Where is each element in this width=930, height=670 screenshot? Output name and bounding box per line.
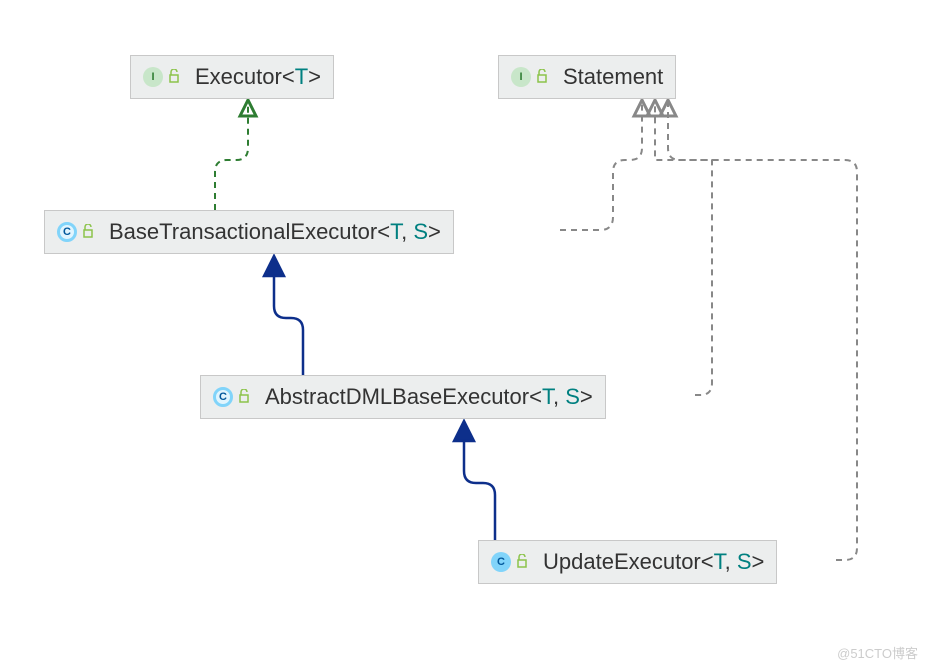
node-base-transactional[interactable]: C BaseTransactionalExecutor<T, S>	[44, 210, 454, 254]
edge-abstract-to-base	[274, 256, 303, 375]
unlock-icon	[239, 389, 251, 406]
connector-layer	[0, 0, 930, 670]
node-label: AbstractDMLBaseExecutor<T, S>	[265, 384, 593, 410]
edge-base-to-statement	[560, 100, 642, 230]
abstract-class-icon: C	[213, 387, 233, 407]
node-label: BaseTransactionalExecutor<T, S>	[109, 219, 441, 245]
edge-update-to-statement	[668, 100, 857, 560]
node-label: Statement	[563, 64, 663, 90]
watermark: @51CTO博客	[837, 643, 918, 662]
unlock-icon	[537, 69, 549, 86]
edge-base-to-executor	[215, 100, 248, 210]
node-label: UpdateExecutor<T, S>	[543, 549, 764, 575]
interface-icon: I	[143, 67, 163, 87]
abstract-class-icon: C	[57, 222, 77, 242]
node-label: Executor<T>	[195, 64, 321, 90]
node-abstract-dml[interactable]: C AbstractDMLBaseExecutor<T, S>	[200, 375, 606, 419]
edge-update-to-abstract	[464, 421, 495, 540]
node-update-executor[interactable]: C UpdateExecutor<T, S>	[478, 540, 777, 584]
node-statement[interactable]: I Statement	[498, 55, 676, 99]
interface-icon: I	[511, 67, 531, 87]
class-icon: C	[491, 552, 511, 572]
unlock-icon	[83, 224, 95, 241]
unlock-icon	[517, 554, 529, 571]
unlock-icon	[169, 69, 181, 86]
edge-abstract-to-statement	[655, 100, 712, 395]
node-executor[interactable]: I Executor<T>	[130, 55, 334, 99]
